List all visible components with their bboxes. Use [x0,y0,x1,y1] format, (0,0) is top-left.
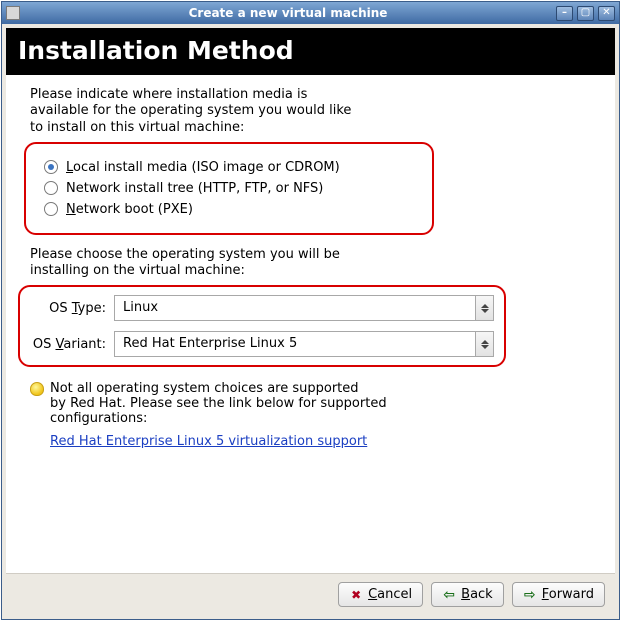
chevron-updown-icon[interactable] [475,296,493,320]
os-intro-text: Please choose the operating system you w… [30,247,599,280]
wizard-body: Please indicate where installation media… [6,75,615,573]
forward-button[interactable]: Forward [512,582,605,607]
intro-text: Please indicate where installation media… [30,87,599,136]
os-type-combo[interactable]: Linux [114,295,494,321]
radio-local-install[interactable]: Local install media (ISO image or CDROM) [44,160,414,175]
os-variant-value: Red Hat Enterprise Linux 5 [115,332,475,356]
minimize-button[interactable]: – [556,6,573,21]
os-type-value: Linux [115,296,475,320]
os-selection-group: OS Type: Linux OS Variant: Red Hat Enter… [18,285,506,367]
os-type-label: OS Type: [28,301,108,316]
back-button[interactable]: Back [431,582,504,607]
radio-label: Network boot (PXE) [66,202,193,217]
os-variant-label: OS Variant: [28,337,108,352]
cancel-icon [349,588,363,602]
maximize-button[interactable]: ▢ [577,6,594,21]
install-method-group: Local install media (ISO image or CDROM)… [24,142,434,235]
radio-network-tree[interactable]: Network install tree (HTTP, FTP, or NFS) [44,181,414,196]
close-button[interactable]: ✕ [598,6,615,21]
radio-icon [44,202,58,216]
app-icon [6,6,20,20]
radio-icon [44,181,58,195]
radio-label: Local install media (ISO image or CDROM) [66,160,340,175]
vm-wizard-window: Create a new virtual machine – ▢ ✕ Insta… [1,1,620,620]
window-title: Create a new virtual machine [24,6,552,20]
support-tip: Not all operating system choices are sup… [30,381,599,426]
tip-text: Not all operating system choices are sup… [50,381,387,426]
radio-icon [44,160,58,174]
titlebar: Create a new virtual machine – ▢ ✕ [2,2,619,24]
chevron-updown-icon[interactable] [475,332,493,356]
arrow-right-icon [523,588,537,602]
lightbulb-icon [30,382,44,396]
page-title: Installation Method [6,28,615,75]
radio-label: Network install tree (HTTP, FTP, or NFS) [66,181,323,196]
support-link[interactable]: Red Hat Enterprise Linux 5 virtualizatio… [50,434,367,449]
radio-network-boot[interactable]: Network boot (PXE) [44,202,414,217]
content-area: Installation Method Please indicate wher… [6,28,615,615]
cancel-button[interactable]: Cancel [338,582,423,607]
os-variant-combo[interactable]: Red Hat Enterprise Linux 5 [114,331,494,357]
arrow-left-icon [442,588,456,602]
button-bar: Cancel Back Forward [6,573,615,615]
